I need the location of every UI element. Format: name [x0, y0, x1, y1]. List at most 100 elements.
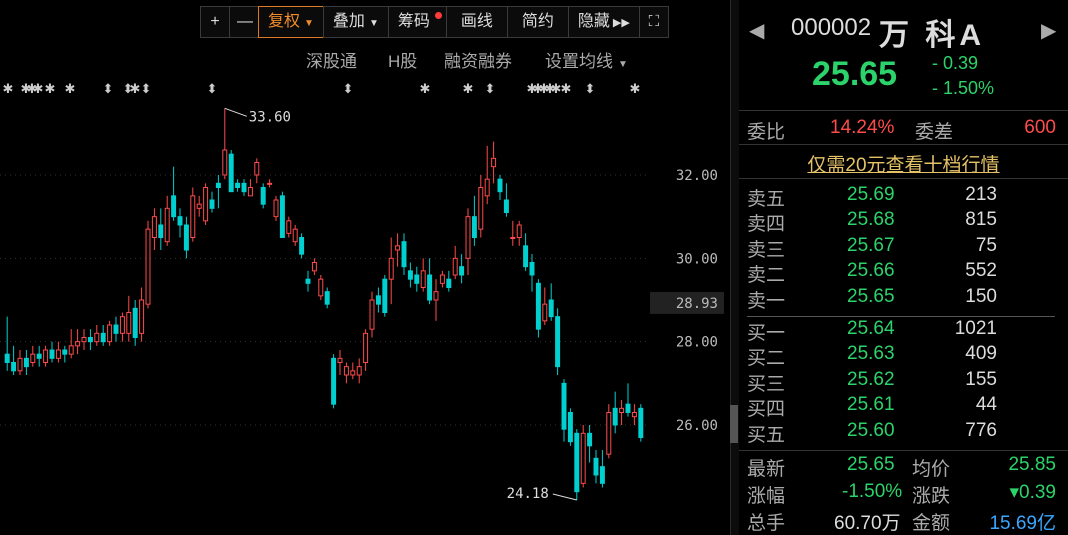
candle-body [510, 237, 516, 239]
candle-body [203, 187, 209, 222]
collapse-handle[interactable] [730, 405, 738, 443]
bid-volume: 44 [975, 394, 997, 416]
bid-volume: 776 [965, 419, 997, 441]
zoom-out-button[interactable]: — [229, 6, 259, 38]
candle-body [625, 403, 631, 413]
ask-row[interactable]: 卖一 25.65 150 [747, 286, 1047, 312]
candle-body [254, 162, 260, 176]
candle-body [113, 324, 119, 334]
candle-body [638, 407, 644, 439]
ask-row[interactable]: 卖四 25.68 815 [747, 209, 1047, 235]
ask-row[interactable]: 卖五 25.69 213 [747, 184, 1047, 210]
junjia-value: 25.85 [1008, 454, 1056, 475]
candle-body [542, 303, 548, 322]
stock-code: 000002 [791, 14, 872, 41]
candle-body [318, 278, 324, 297]
candle-body [292, 228, 298, 243]
ma-settings-dropdown[interactable]: 设置均线 ▼ [545, 47, 628, 72]
divider [747, 316, 1055, 317]
candle-body [247, 187, 253, 197]
candle-body [503, 199, 509, 213]
fuquan-dropdown[interactable]: 复权 ▼ [258, 6, 324, 38]
chart-panel[interactable]: 32.00 30.00 28.00 26.00 28.93 ✱ ✱ ✱ ✱ ✱ ✱ ⬍ ⬍ ✱ ⬍ ⬍ ⬍ ✱ ✱ ⬍… [0, 0, 730, 535]
level2-promo-link[interactable]: 仅需20元查看十档行情 [739, 150, 1068, 177]
draw-line-button[interactable]: 画线 [445, 6, 508, 38]
candle-body [119, 316, 125, 334]
hide-button[interactable]: 隐藏 ▶▶ [567, 6, 640, 38]
candle-body [401, 241, 407, 268]
overlay-dropdown[interactable]: 叠加 ▼ [322, 6, 389, 38]
event-marker-icon: ✱ [463, 81, 474, 96]
bid-row[interactable]: 买三 25.62 155 [747, 369, 1047, 395]
overlay-label: 叠加 [332, 13, 365, 30]
candle-body [395, 245, 401, 251]
bid-level-label: 买三 [747, 373, 786, 395]
ask-volume: 552 [965, 260, 997, 282]
candle-body [606, 412, 612, 455]
bid-row[interactable]: 买二 25.63 409 [747, 343, 1047, 369]
divider [739, 178, 1068, 179]
ask-row[interactable]: 卖二 25.66 552 [747, 260, 1047, 286]
next-stock-arrow-icon[interactable]: ▶ [1041, 18, 1056, 43]
ask-price: 25.69 [847, 184, 895, 205]
fullscreen-button[interactable]: ⛶ [638, 6, 669, 38]
candle-body [139, 299, 145, 334]
h-share-link[interactable]: H股 [388, 47, 417, 72]
bid-row[interactable]: 买一 25.64 1021 [747, 318, 1047, 344]
candle-body [75, 341, 81, 347]
candle-body [87, 337, 93, 343]
weibi-value: 14.24% [830, 117, 895, 138]
zuixin-label: 最新 [747, 459, 786, 480]
candle-body [267, 182, 273, 185]
candle-body [580, 432, 586, 484]
candle-body [331, 357, 337, 405]
candle-body [420, 270, 426, 289]
event-marker-icon: ✱ [3, 81, 14, 96]
bid-row[interactable]: 买五 25.60 776 [747, 419, 1047, 446]
zoom-in-button[interactable]: + [200, 6, 230, 38]
candle-body [164, 207, 170, 243]
candle-body [516, 224, 522, 238]
margin-trading-link[interactable]: 融资融券 [444, 47, 512, 72]
candle-body [446, 278, 452, 288]
event-marker-icon: ✱ [630, 81, 641, 96]
bid-price: 25.63 [847, 343, 895, 365]
candle-body [62, 349, 68, 355]
bid-price: 25.61 [847, 394, 895, 416]
bid-row[interactable]: 买四 25.61 44 [747, 394, 1047, 420]
event-marker-icon: ⬍ [585, 81, 596, 96]
ask-price: 25.68 [847, 209, 895, 231]
y-tick-label: 30.00 [676, 251, 718, 267]
candle-body [369, 299, 375, 330]
event-marker-icon: ✱ [561, 81, 572, 96]
event-marker-icon: ⬍ [141, 81, 152, 96]
price-change-percent: - 1.50% [932, 78, 995, 98]
chip-button[interactable]: 筹码 [387, 6, 447, 38]
ask-price: 25.66 [847, 260, 895, 282]
event-marker-icon: ✱ [420, 81, 431, 96]
hide-label: 隐藏 [577, 13, 610, 30]
prev-stock-arrow-icon[interactable]: ◀ [749, 18, 764, 43]
simple-mode-button[interactable]: 简约 [506, 6, 569, 38]
candle-body [561, 382, 567, 430]
jine-value: 15.69亿 [989, 513, 1056, 534]
junjia-label: 均价 [912, 459, 951, 480]
notification-dot-icon [434, 12, 442, 19]
candle-body [555, 316, 561, 368]
candle-body [363, 332, 369, 364]
candle-body [593, 457, 599, 476]
candle-body [529, 262, 535, 276]
bid-volume: 409 [965, 343, 997, 365]
shengutong-link[interactable]: 深股通 [306, 47, 357, 72]
event-marker-icon: ✱ [130, 81, 141, 96]
candle-body [433, 291, 439, 301]
ask-row[interactable]: 卖三 25.67 75 [747, 235, 1047, 261]
candle-body [215, 182, 221, 188]
candle-body [107, 324, 113, 343]
candlestick-chart[interactable]: 32.0030.0028.0026.0028.93✱ ✱✱✱ ✱ ✱ ⬍ ⬍✱ ⬍ ⬍ ⬍ ✱ ✱ ⬍… [0, 0, 730, 535]
ma-settings-label: 设置均线 [545, 52, 613, 71]
stat-row-change: 涨幅 -1.50% 涨跌 ▾0.39 [747, 481, 1062, 507]
last-price: 25.65 [812, 55, 898, 93]
high-pointer [224, 107, 247, 117]
chart-toolbar: + — 复权 ▼ 叠加 ▼ 筹码 画线 简约 隐藏 ▶▶ ⛶ [200, 6, 669, 38]
